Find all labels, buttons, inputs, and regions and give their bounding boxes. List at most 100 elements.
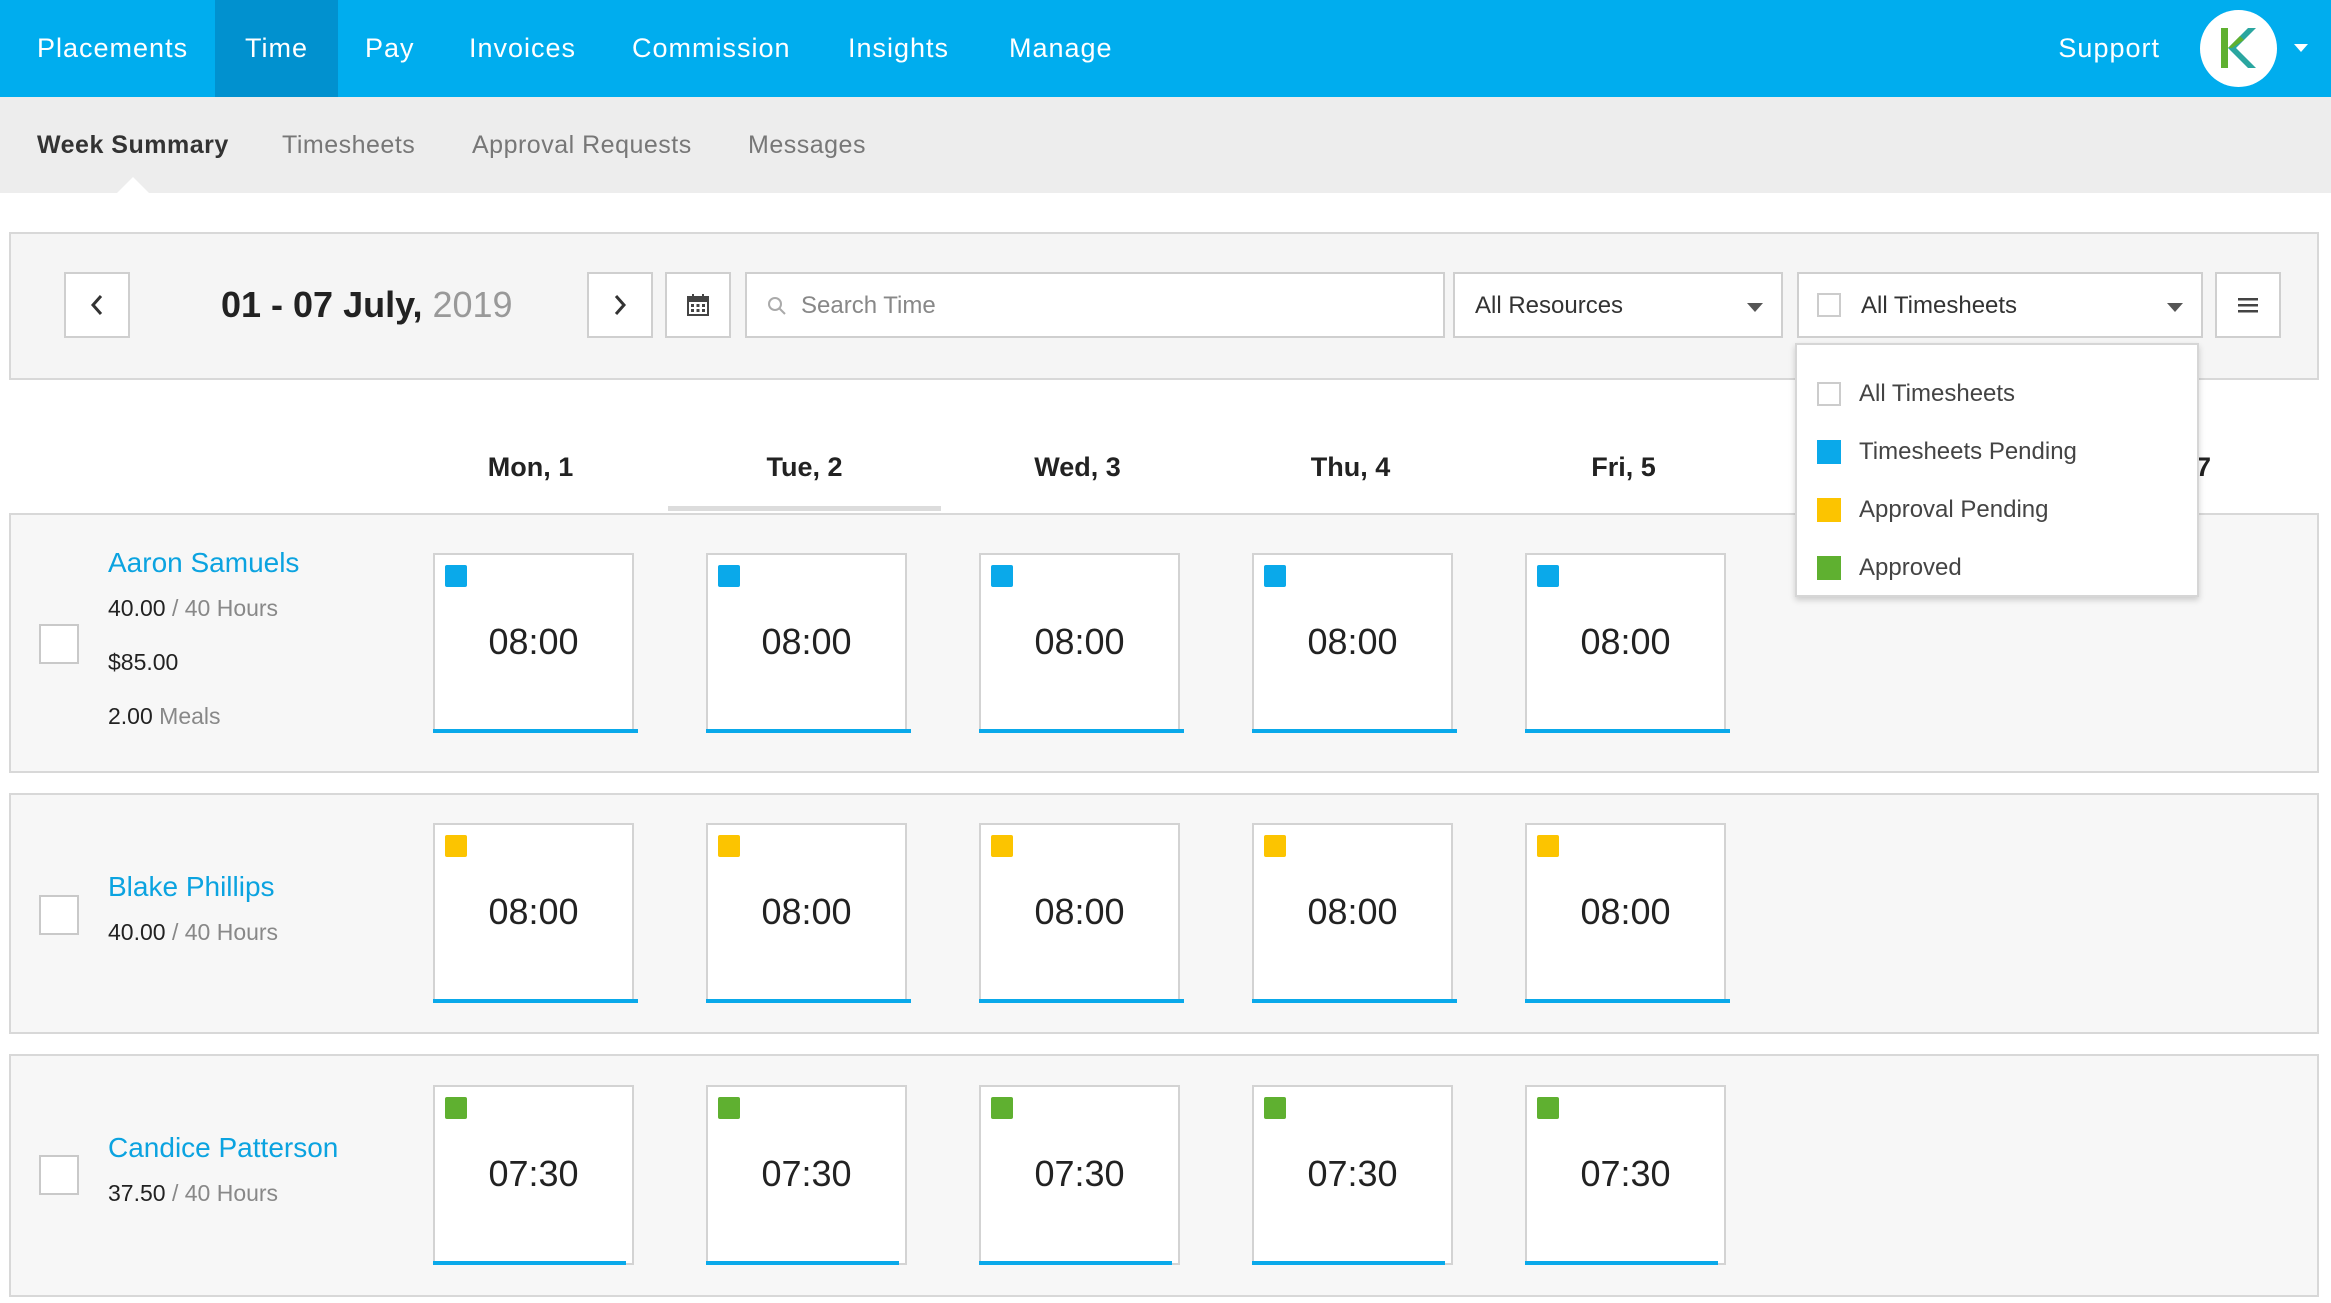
- time-card[interactable]: 08:00: [706, 553, 911, 733]
- progress-bar: [1252, 999, 1457, 1003]
- resource-name[interactable]: Blake Phillips: [108, 871, 275, 903]
- resource-name[interactable]: Aaron Samuels: [108, 547, 299, 579]
- time-value: 07:30: [1307, 1153, 1398, 1194]
- nav-manage[interactable]: Manage: [979, 0, 1143, 97]
- hours-value: 40.00: [108, 595, 166, 621]
- time-value: 08:00: [1307, 891, 1398, 932]
- time-card[interactable]: 08:00: [1252, 823, 1457, 1003]
- meals-label: Meals: [159, 703, 221, 729]
- nav-pay[interactable]: Pay: [335, 0, 445, 97]
- progress-bar: [706, 999, 911, 1003]
- time-card[interactable]: 07:30: [1252, 1085, 1453, 1265]
- status-dot-icon: [718, 835, 740, 857]
- nav-invoices[interactable]: Invoices: [439, 0, 606, 97]
- progress-bar: [1525, 729, 1730, 733]
- row-checkbox[interactable]: [39, 1155, 79, 1195]
- timesheets-select-value: All Timesheets: [1861, 292, 2018, 319]
- resource-row: Blake Phillips 40.00 / 40 Hours 08:00 08…: [9, 793, 2319, 1034]
- resource-row: Candice Patterson 37.50 / 40 Hours 07:30…: [9, 1054, 2319, 1297]
- avatar[interactable]: [2200, 10, 2277, 87]
- dropdown-item-approval-pending[interactable]: Approval Pending: [1797, 481, 2197, 539]
- timesheets-select[interactable]: All Timesheets: [1797, 272, 2203, 338]
- tab-timesheets[interactable]: Timesheets: [282, 97, 415, 193]
- dropdown-item-all-timesheets[interactable]: All Timesheets: [1797, 365, 2197, 423]
- nav-time[interactable]: Time: [215, 0, 338, 97]
- time-card[interactable]: 07:30: [1525, 1085, 1726, 1265]
- account-caret-icon[interactable]: [2294, 44, 2308, 52]
- selected-day-underline: [668, 506, 941, 511]
- time-card[interactable]: 08:00: [1525, 553, 1730, 733]
- time-card[interactable]: 07:30: [706, 1085, 907, 1265]
- progress-bar: [706, 729, 911, 733]
- status-dot-icon: [1264, 835, 1286, 857]
- time-card[interactable]: 07:30: [979, 1085, 1180, 1265]
- time-card[interactable]: 08:00: [1252, 553, 1457, 733]
- next-week-button[interactable]: [587, 272, 653, 338]
- timesheets-select-checkbox: [1817, 293, 1841, 317]
- time-card[interactable]: 08:00: [979, 553, 1184, 733]
- time-card[interactable]: 08:00: [979, 823, 1184, 1003]
- active-tab-pointer: [116, 177, 150, 194]
- sub-nav: Week Summary Timesheets Approval Request…: [0, 97, 2331, 194]
- time-card[interactable]: 08:00: [433, 823, 638, 1003]
- day-header-fri: Fri, 5: [1591, 452, 1656, 482]
- time-card[interactable]: 08:00: [706, 823, 911, 1003]
- nav-placements[interactable]: Placements: [7, 0, 218, 97]
- hamburger-icon: [2238, 298, 2258, 313]
- time-value: 08:00: [1034, 891, 1125, 932]
- tab-messages[interactable]: Messages: [748, 97, 866, 193]
- dropdown-item-label: All Timesheets: [1859, 380, 2016, 407]
- progress-bar: [433, 729, 638, 733]
- day-header-thu: Thu, 4: [1310, 452, 1391, 482]
- status-dot-icon: [991, 1097, 1013, 1119]
- progress-bar: [979, 1261, 1172, 1265]
- status-dot-icon: [1537, 565, 1559, 587]
- status-dot-icon: [445, 1097, 467, 1119]
- resources-select[interactable]: All Resources: [1453, 272, 1783, 338]
- prev-week-button[interactable]: [64, 272, 130, 338]
- dropdown-item-label: Approval Pending: [1859, 496, 2049, 523]
- time-card[interactable]: 07:30: [433, 1085, 634, 1265]
- chevron-left-icon: [90, 295, 103, 315]
- resource-hours: 37.50 / 40 Hours: [108, 1180, 278, 1207]
- time-value: 08:00: [488, 891, 579, 932]
- timesheets-dropdown: All Timesheets Timesheets Pending Approv…: [1795, 343, 2199, 597]
- row-checkbox[interactable]: [39, 624, 79, 664]
- day-header-tue: Tue, 2: [766, 452, 843, 482]
- time-value: 07:30: [1580, 1153, 1671, 1194]
- menu-button[interactable]: [2215, 272, 2281, 338]
- status-dot-icon: [991, 835, 1013, 857]
- time-value: 08:00: [1580, 891, 1671, 932]
- nav-commission[interactable]: Commission: [602, 0, 821, 97]
- all-timesheets-checkbox[interactable]: [1817, 382, 1841, 406]
- resource-hours: 40.00 / 40 Hours: [108, 595, 278, 622]
- hours-value: 37.50: [108, 1180, 166, 1206]
- progress-bar: [1525, 999, 1730, 1003]
- dropdown-item-timesheets-pending[interactable]: Timesheets Pending: [1797, 423, 2197, 481]
- time-value: 08:00: [1580, 621, 1671, 662]
- resource-hours: 40.00 / 40 Hours: [108, 919, 278, 946]
- dropdown-item-approved[interactable]: Approved: [1797, 539, 2197, 597]
- tab-approval-requests[interactable]: Approval Requests: [472, 97, 692, 193]
- time-card[interactable]: 08:00: [1525, 823, 1730, 1003]
- progress-bar: [433, 999, 638, 1003]
- dropdown-item-label: Approved: [1859, 554, 1962, 581]
- meals-value: 2.00: [108, 703, 153, 729]
- nav-support[interactable]: Support: [2058, 0, 2160, 97]
- search-input[interactable]: Search Time: [745, 272, 1445, 338]
- hours-target: / 40 Hours: [171, 1180, 279, 1206]
- status-dot-icon: [718, 1097, 740, 1119]
- top-nav: Placements Time Pay Invoices Commission …: [0, 0, 2331, 97]
- progress-bar: [1525, 1261, 1718, 1265]
- progress-bar: [706, 1261, 899, 1265]
- row-checkbox[interactable]: [39, 895, 79, 935]
- nav-insights[interactable]: Insights: [818, 0, 979, 97]
- time-value: 07:30: [488, 1153, 579, 1194]
- time-value: 08:00: [761, 891, 852, 932]
- calendar-button[interactable]: [665, 272, 731, 338]
- status-dot-icon: [1264, 565, 1286, 587]
- resource-name[interactable]: Candice Patterson: [108, 1132, 338, 1164]
- time-value: 08:00: [1307, 621, 1398, 662]
- progress-bar: [433, 1261, 626, 1265]
- time-card[interactable]: 08:00: [433, 553, 638, 733]
